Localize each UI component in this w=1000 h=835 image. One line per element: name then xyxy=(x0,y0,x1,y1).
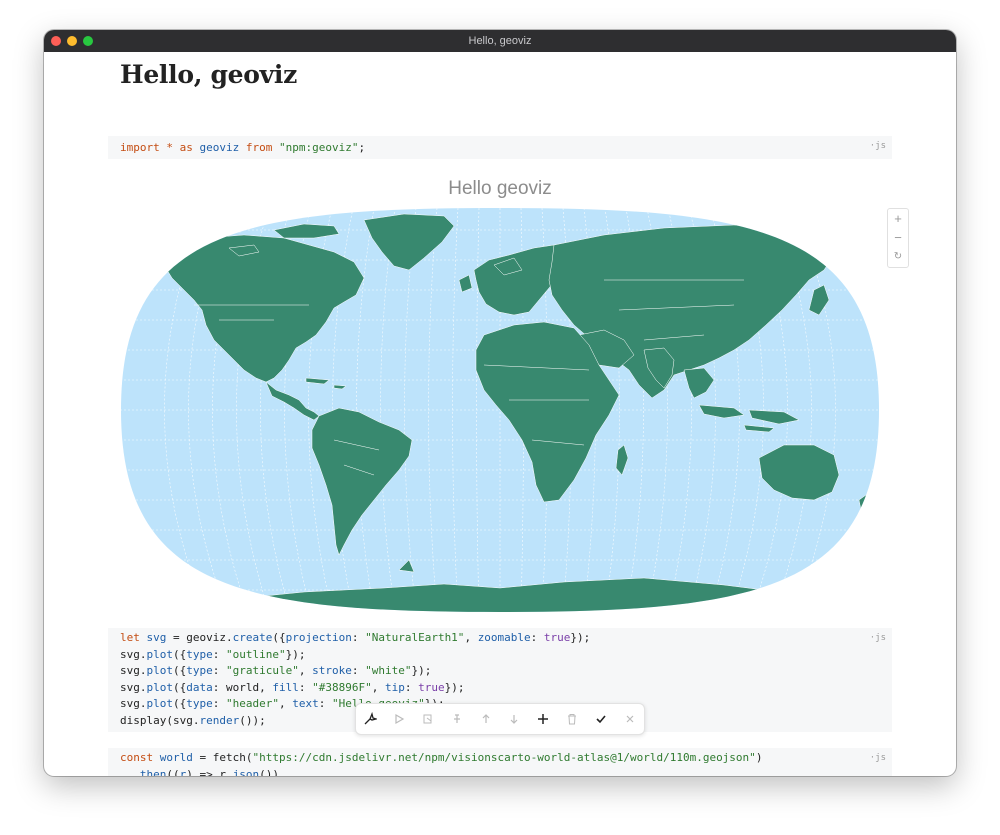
cell-language-tag: ·js xyxy=(869,633,886,643)
close-icon[interactable] xyxy=(620,709,640,729)
zoom-out-button[interactable]: − xyxy=(888,228,908,247)
map-title: Hello geoviz xyxy=(448,178,552,199)
code-world: const world = fetch("https://cdn.jsdeliv… xyxy=(120,751,763,776)
notebook-content: Hello, geoviz import * as geoviz from "n… xyxy=(44,52,956,776)
minimize-window-button[interactable] xyxy=(67,36,77,46)
move-down-icon[interactable] xyxy=(504,709,524,729)
map-zoom-controls: + − ↻ xyxy=(887,208,909,268)
page-title: Hello, geoviz xyxy=(120,60,297,89)
world-map[interactable] xyxy=(44,200,956,620)
add-icon[interactable] xyxy=(533,709,553,729)
zoom-reset-button[interactable]: ↻ xyxy=(888,247,908,266)
duplicate-icon[interactable] xyxy=(418,709,438,729)
pin-icon[interactable] xyxy=(447,709,467,729)
ai-assist-icon[interactable] xyxy=(360,709,380,729)
cell-toolbar xyxy=(355,703,645,735)
maximize-window-button[interactable] xyxy=(83,36,93,46)
code-cell-world[interactable]: const world = fetch("https://cdn.jsdeliv… xyxy=(108,748,892,776)
code-import: import * as geoviz from "npm:geoviz"; xyxy=(120,141,366,154)
window-title: Hello, geoviz xyxy=(468,35,532,47)
cell-language-tag: ·js xyxy=(869,141,886,151)
zoom-in-button[interactable]: + xyxy=(888,209,908,228)
close-window-button[interactable] xyxy=(51,36,61,46)
run-icon[interactable] xyxy=(389,709,409,729)
code-cell-import[interactable]: import * as geoviz from "npm:geoviz"; ·j… xyxy=(108,136,892,159)
commit-icon[interactable] xyxy=(591,709,611,729)
delete-icon[interactable] xyxy=(562,709,582,729)
title-bar: Hello, geoviz xyxy=(44,30,956,52)
move-up-icon[interactable] xyxy=(476,709,496,729)
cell-language-tag: ·js xyxy=(869,753,886,763)
